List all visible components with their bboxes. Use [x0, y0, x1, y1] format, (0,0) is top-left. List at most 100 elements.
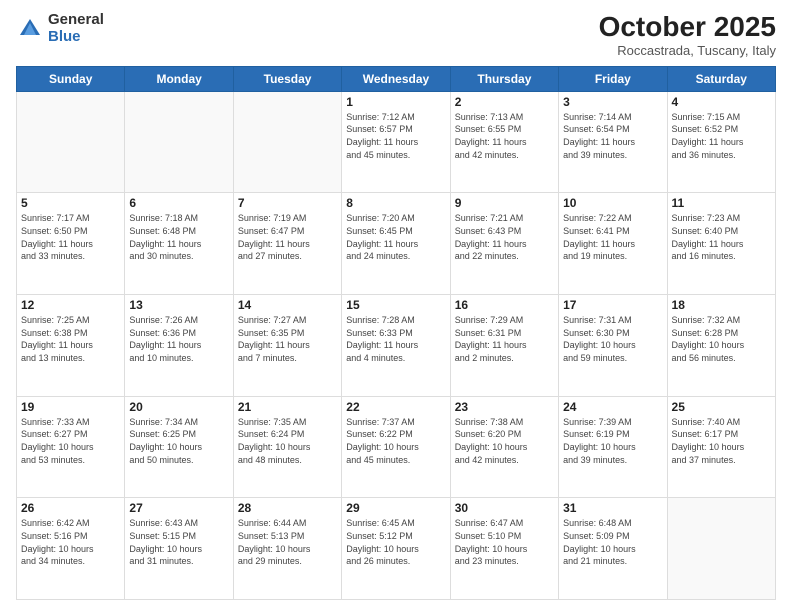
calendar-cell: 8Sunrise: 7:20 AM Sunset: 6:45 PM Daylig… — [342, 193, 450, 295]
day-number: 11 — [672, 196, 771, 210]
day-number: 17 — [563, 298, 662, 312]
calendar-cell: 6 Sunrise: 7:18 AM Sunset: 6:48 PM Daylig… — [125, 193, 233, 295]
calendar-cell: 31 Sunrise: 6:48 AM Sunset: 5:09 PM Dayli… — [559, 498, 667, 600]
calendar-cell: 7Sunrise: 7:19 AM Sunset: 6:47 PM Daylig… — [233, 193, 341, 295]
day-info: Sunrise: 7:26 AM Sunset: 6:36 PM Dayligh… — [129, 314, 228, 364]
calendar-cell: 19 Sunrise: 7:33 AM Sunset: 6:27 PM Dayli… — [17, 396, 125, 498]
day-info: Sunrise: 7:13 AM Sunset: 6:55 PM Dayligh… — [455, 111, 554, 161]
day-number: 21 — [238, 400, 337, 414]
calendar-cell: 28 Sunrise: 6:44 AM Sunset: 5:13 PM Dayli… — [233, 498, 341, 600]
calendar-cell: 5Sunrise: 7:17 AM Sunset: 6:50 PM Daylig… — [17, 193, 125, 295]
day-number: 31 — [563, 501, 662, 515]
calendar-cell: 22 Sunrise: 7:37 AM Sunset: 6:22 PM Dayli… — [342, 396, 450, 498]
day-info: Sunrise: 7:18 AM Sunset: 6:48 PM Dayligh… — [129, 212, 228, 262]
week-row-1: 5Sunrise: 7:17 AM Sunset: 6:50 PM Daylig… — [17, 193, 776, 295]
day-number: 6 — [129, 196, 228, 210]
day-info: Sunrise: 7:19 AM Sunset: 6:47 PM Dayligh… — [238, 212, 337, 262]
day-number: 28 — [238, 501, 337, 515]
day-number: 8 — [346, 196, 445, 210]
day-header-sunday: Sunday — [17, 66, 125, 91]
calendar-cell: 14 Sunrise: 7:27 AM Sunset: 6:35 PM Dayli… — [233, 295, 341, 397]
day-info: Sunrise: 7:23 AM Sunset: 6:40 PM Dayligh… — [672, 212, 771, 262]
day-number: 14 — [238, 298, 337, 312]
calendar-cell — [125, 91, 233, 193]
day-info: Sunrise: 7:15 AM Sunset: 6:52 PM Dayligh… — [672, 111, 771, 161]
day-number: 13 — [129, 298, 228, 312]
day-info: Sunrise: 6:48 AM Sunset: 5:09 PM Dayligh… — [563, 517, 662, 567]
day-info: Sunrise: 7:37 AM Sunset: 6:22 PM Dayligh… — [346, 416, 445, 466]
day-info: Sunrise: 6:47 AM Sunset: 5:10 PM Dayligh… — [455, 517, 554, 567]
logo: General Blue — [16, 12, 104, 45]
day-info: Sunrise: 7:38 AM Sunset: 6:20 PM Dayligh… — [455, 416, 554, 466]
day-info: Sunrise: 6:43 AM Sunset: 5:15 PM Dayligh… — [129, 517, 228, 567]
day-number: 19 — [21, 400, 120, 414]
day-info: Sunrise: 7:35 AM Sunset: 6:24 PM Dayligh… — [238, 416, 337, 466]
calendar-cell: 16Sunrise: 7:29 AM Sunset: 6:31 PM Dayli… — [450, 295, 558, 397]
day-header-thursday: Thursday — [450, 66, 558, 91]
logo-general-text: General — [48, 12, 104, 29]
header: General Blue October 2025 Roccastrada, T… — [16, 12, 776, 58]
day-info: Sunrise: 7:22 AM Sunset: 6:41 PM Dayligh… — [563, 212, 662, 262]
calendar-cell: 24Sunrise: 7:39 AM Sunset: 6:19 PM Dayli… — [559, 396, 667, 498]
day-number: 16 — [455, 298, 554, 312]
calendar-cell: 25 Sunrise: 7:40 AM Sunset: 6:17 PM Dayli… — [667, 396, 775, 498]
calendar-cell: 20 Sunrise: 7:34 AM Sunset: 6:25 PM Dayli… — [125, 396, 233, 498]
day-info: Sunrise: 7:17 AM Sunset: 6:50 PM Dayligh… — [21, 212, 120, 262]
week-row-4: 26 Sunrise: 6:42 AM Sunset: 5:16 PM Dayli… — [17, 498, 776, 600]
header-right: October 2025 Roccastrada, Tuscany, Italy — [599, 12, 776, 58]
day-number: 2 — [455, 95, 554, 109]
day-info: Sunrise: 7:12 AM Sunset: 6:57 PM Dayligh… — [346, 111, 445, 161]
day-number: 15 — [346, 298, 445, 312]
calendar-cell: 30Sunrise: 6:47 AM Sunset: 5:10 PM Dayli… — [450, 498, 558, 600]
calendar-cell: 21 Sunrise: 7:35 AM Sunset: 6:24 PM Dayli… — [233, 396, 341, 498]
day-info: Sunrise: 6:42 AM Sunset: 5:16 PM Dayligh… — [21, 517, 120, 567]
day-info: Sunrise: 6:45 AM Sunset: 5:12 PM Dayligh… — [346, 517, 445, 567]
day-info: Sunrise: 7:25 AM Sunset: 6:38 PM Dayligh… — [21, 314, 120, 364]
calendar-cell: 29 Sunrise: 6:45 AM Sunset: 5:12 PM Dayli… — [342, 498, 450, 600]
logo-text: General Blue — [48, 12, 104, 45]
day-info: Sunrise: 7:34 AM Sunset: 6:25 PM Dayligh… — [129, 416, 228, 466]
day-info: Sunrise: 7:40 AM Sunset: 6:17 PM Dayligh… — [672, 416, 771, 466]
day-number: 25 — [672, 400, 771, 414]
week-row-2: 12 Sunrise: 7:25 AM Sunset: 6:38 PM Dayli… — [17, 295, 776, 397]
day-header-monday: Monday — [125, 66, 233, 91]
calendar-cell — [233, 91, 341, 193]
day-number: 1 — [346, 95, 445, 109]
day-number: 3 — [563, 95, 662, 109]
calendar-cell: 10 Sunrise: 7:22 AM Sunset: 6:41 PM Dayli… — [559, 193, 667, 295]
calendar-cell — [17, 91, 125, 193]
logo-icon — [16, 15, 44, 43]
day-number: 20 — [129, 400, 228, 414]
calendar-cell: 17 Sunrise: 7:31 AM Sunset: 6:30 PM Dayli… — [559, 295, 667, 397]
calendar-cell: 26 Sunrise: 6:42 AM Sunset: 5:16 PM Dayli… — [17, 498, 125, 600]
day-number: 26 — [21, 501, 120, 515]
day-number: 4 — [672, 95, 771, 109]
month-title: October 2025 — [599, 12, 776, 43]
day-number: 10 — [563, 196, 662, 210]
day-number: 22 — [346, 400, 445, 414]
day-info: Sunrise: 7:21 AM Sunset: 6:43 PM Dayligh… — [455, 212, 554, 262]
location: Roccastrada, Tuscany, Italy — [599, 43, 776, 58]
calendar-cell: 2 Sunrise: 7:13 AM Sunset: 6:55 PM Daylig… — [450, 91, 558, 193]
day-number: 23 — [455, 400, 554, 414]
day-info: Sunrise: 7:27 AM Sunset: 6:35 PM Dayligh… — [238, 314, 337, 364]
day-number: 12 — [21, 298, 120, 312]
calendar-cell: 23 Sunrise: 7:38 AM Sunset: 6:20 PM Dayli… — [450, 396, 558, 498]
day-header-tuesday: Tuesday — [233, 66, 341, 91]
calendar: SundayMondayTuesdayWednesdayThursdayFrid… — [16, 66, 776, 600]
day-header-saturday: Saturday — [667, 66, 775, 91]
day-info: Sunrise: 7:33 AM Sunset: 6:27 PM Dayligh… — [21, 416, 120, 466]
calendar-cell: 3Sunrise: 7:14 AM Sunset: 6:54 PM Daylig… — [559, 91, 667, 193]
calendar-cell: 12 Sunrise: 7:25 AM Sunset: 6:38 PM Dayli… — [17, 295, 125, 397]
calendar-cell: 13 Sunrise: 7:26 AM Sunset: 6:36 PM Dayli… — [125, 295, 233, 397]
calendar-cell: 9Sunrise: 7:21 AM Sunset: 6:43 PM Daylig… — [450, 193, 558, 295]
day-info: Sunrise: 7:31 AM Sunset: 6:30 PM Dayligh… — [563, 314, 662, 364]
day-info: Sunrise: 6:44 AM Sunset: 5:13 PM Dayligh… — [238, 517, 337, 567]
day-number: 27 — [129, 501, 228, 515]
day-number: 29 — [346, 501, 445, 515]
day-number: 18 — [672, 298, 771, 312]
calendar-cell: 4 Sunrise: 7:15 AM Sunset: 6:52 PM Daylig… — [667, 91, 775, 193]
calendar-cell: 15Sunrise: 7:28 AM Sunset: 6:33 PM Dayli… — [342, 295, 450, 397]
calendar-cell — [667, 498, 775, 600]
week-row-0: 1 Sunrise: 7:12 AM Sunset: 6:57 PM Daylig… — [17, 91, 776, 193]
